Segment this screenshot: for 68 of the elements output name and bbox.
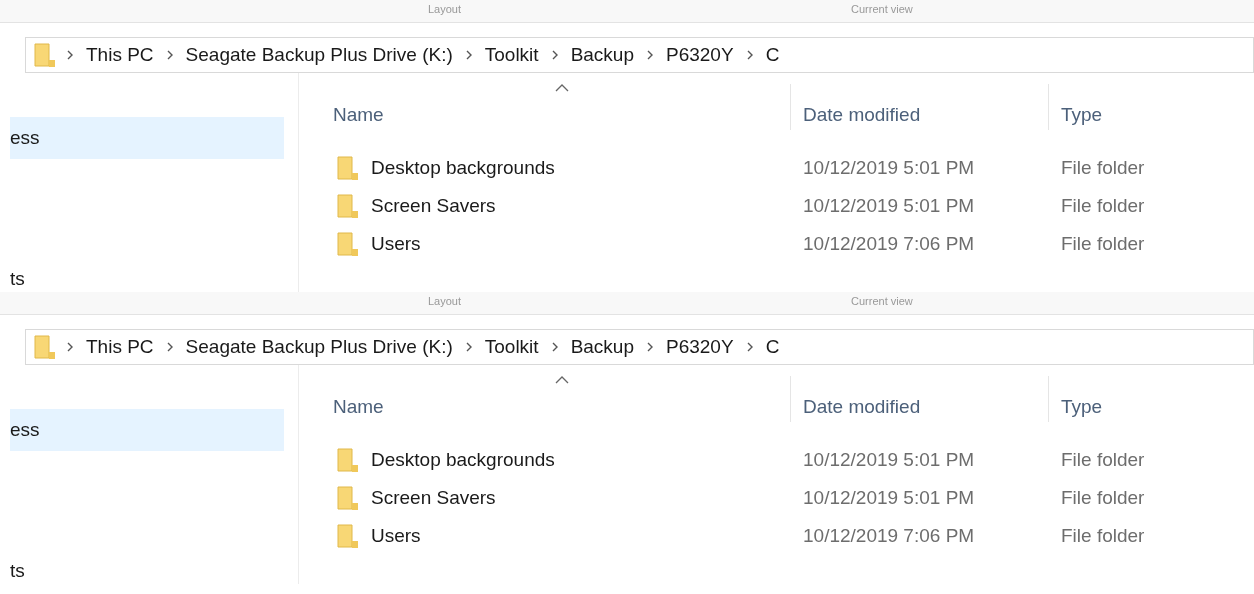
chevron-icon — [745, 50, 754, 60]
date-cell: 10/12/2019 5:01 PM — [803, 195, 975, 217]
column-header[interactable]: Date modified — [790, 84, 1048, 130]
breadcrumb-item[interactable]: C — [763, 336, 782, 358]
file-name[interactable]: Users — [371, 525, 421, 547]
date-cell: 10/12/2019 5:01 PM — [803, 157, 975, 179]
sort-caret-icon — [554, 376, 569, 384]
breadcrumb-item[interactable]: Toolkit — [482, 336, 541, 358]
chevron-icon — [66, 342, 74, 352]
file-name[interactable]: Users — [371, 233, 421, 255]
type-cell: File folder — [1061, 487, 1145, 509]
column-header[interactable]: Date modified — [790, 376, 1048, 422]
type-cell: File folder — [1061, 449, 1145, 471]
folder-icon — [337, 193, 359, 219]
chevron-icon — [550, 342, 559, 352]
column-header[interactable]: Name — [333, 84, 790, 130]
date-cell: 10/12/2019 7:06 PM — [803, 525, 975, 547]
type-cell: File folder — [1061, 157, 1145, 179]
file-name[interactable]: Desktop backgrounds — [371, 449, 555, 471]
date-cell: 10/12/2019 7:06 PM — [803, 233, 975, 255]
chevron-icon — [745, 342, 754, 352]
file-name[interactable]: Screen Savers — [371, 487, 496, 509]
folder-icon — [337, 231, 359, 257]
chevron-icon — [165, 50, 174, 60]
address-bar[interactable]: This PC Seagate Backup Plus Drive (K:) Toolkit Backup P6320Y C — [25, 37, 1254, 73]
breadcrumb-item[interactable]: This PC — [84, 44, 156, 66]
breadcrumb-item[interactable]: C — [763, 44, 782, 66]
type-cell: File folder — [1061, 525, 1145, 547]
breadcrumb-item[interactable]: P6320Y — [664, 44, 736, 66]
breadcrumb-item[interactable]: This PC — [84, 336, 156, 358]
column-header[interactable]: Type — [1048, 376, 1254, 422]
breadcrumb-item[interactable]: Seagate Backup Plus Drive (K:) — [183, 336, 455, 358]
date-cell: 10/12/2019 5:01 PM — [803, 449, 975, 471]
file-name[interactable]: Desktop backgrounds — [371, 157, 555, 179]
date-cell: 10/12/2019 5:01 PM — [803, 487, 975, 509]
ribbon-group-label: Layout — [428, 3, 462, 15]
folder-icon — [337, 447, 359, 473]
address-bar[interactable]: This PC Seagate Backup Plus Drive (K:) Toolkit Backup P6320Y C — [25, 329, 1254, 365]
breadcrumb-item[interactable]: P6320Y — [664, 336, 736, 358]
file-name[interactable]: Screen Savers — [371, 195, 496, 217]
sort-caret-icon — [554, 84, 569, 92]
breadcrumb-item[interactable]: Toolkit — [482, 44, 541, 66]
ribbon-group-label: Current view — [851, 295, 913, 307]
sidebar-item[interactable]: ts — [10, 552, 284, 584]
ribbon-group-label: Current view — [851, 3, 913, 15]
folder-icon — [34, 42, 56, 68]
column-header[interactable]: Name — [333, 376, 790, 422]
folder-icon — [34, 334, 56, 360]
chevron-icon — [646, 50, 654, 60]
chevron-icon — [66, 50, 74, 60]
breadcrumb-item[interactable]: Backup — [568, 336, 636, 358]
folder-icon — [337, 155, 359, 181]
sidebar-item[interactable]: ts — [10, 260, 284, 292]
folder-icon — [337, 523, 359, 549]
breadcrumb-item[interactable]: Seagate Backup Plus Drive (K:) — [183, 44, 455, 66]
type-cell: File folder — [1061, 233, 1145, 255]
chevron-icon — [646, 342, 654, 352]
chevron-icon — [464, 50, 473, 60]
sidebar-item[interactable]: ess — [10, 409, 284, 451]
chevron-icon — [550, 50, 559, 60]
breadcrumb-item[interactable]: Backup — [568, 44, 636, 66]
ribbon-group-label: Layout — [428, 295, 462, 307]
chevron-icon — [464, 342, 473, 352]
column-header[interactable]: Type — [1048, 84, 1254, 130]
chevron-icon — [165, 342, 174, 352]
type-cell: File folder — [1061, 195, 1145, 217]
sidebar-item[interactable]: ess — [10, 117, 284, 159]
folder-icon — [337, 485, 359, 511]
